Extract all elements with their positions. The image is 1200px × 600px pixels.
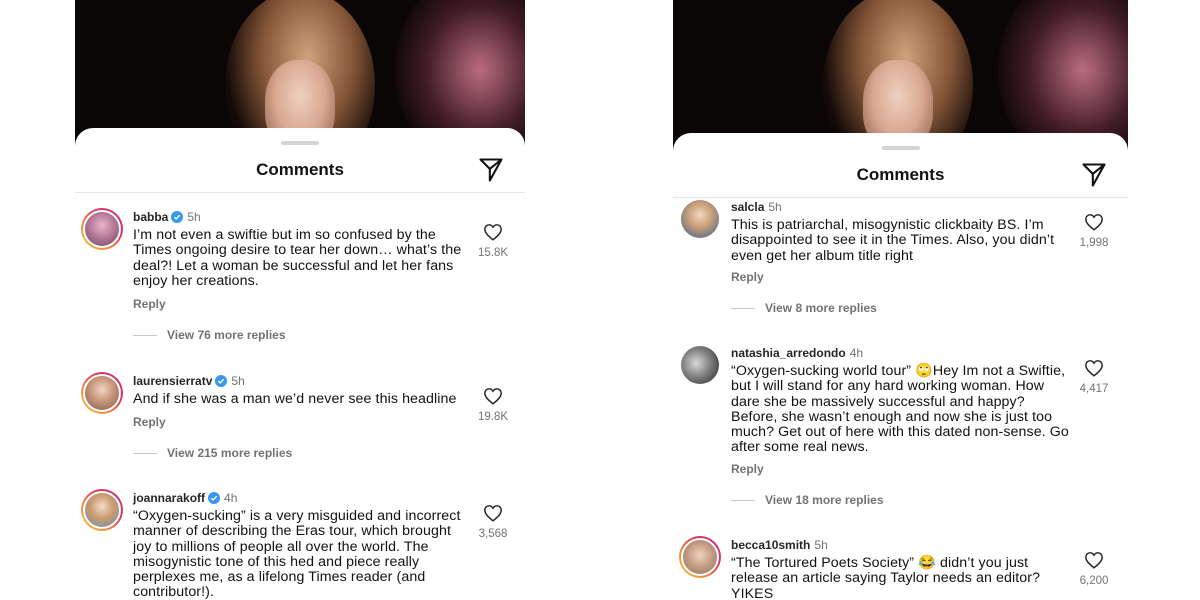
verified-badge-icon xyxy=(171,211,184,223)
share-icon[interactable] xyxy=(477,156,505,184)
comment-text: This is patriarchal, misogynistic clickb… xyxy=(731,217,1055,264)
heart-icon xyxy=(484,388,502,405)
avatar[interactable] xyxy=(81,489,123,531)
view-more-replies[interactable]: View 215 more replies xyxy=(133,446,292,460)
view-more-label: View 215 more replies xyxy=(167,446,293,460)
reply-button[interactable]: Reply xyxy=(133,297,166,311)
heart-icon xyxy=(484,505,502,522)
left-screenshot-panel: Comments babba 5h I’m not even a swiftie… xyxy=(75,0,525,600)
like-count: 19.8K xyxy=(477,411,509,423)
comments-title: Comments xyxy=(856,165,945,184)
heart-icon xyxy=(484,224,502,241)
comment-text: “Oxygen-sucking world tour” 🙄Hey Im not … xyxy=(731,363,1069,456)
header-divider xyxy=(75,192,525,193)
like-count: 1,998 xyxy=(1079,237,1109,249)
like-button[interactable]: 3,568 xyxy=(473,504,513,540)
view-more-label: View 76 more replies xyxy=(167,328,286,342)
drag-handle[interactable] xyxy=(281,141,319,145)
avatar[interactable] xyxy=(679,198,721,240)
like-count: 15.8K xyxy=(477,247,509,259)
like-button[interactable]: 15.8K xyxy=(473,223,513,259)
comment-text: And if she was a man we’d never see this… xyxy=(133,391,457,407)
view-more-replies[interactable]: View 18 more replies xyxy=(731,493,884,507)
avatar[interactable] xyxy=(81,208,123,250)
comment-username[interactable]: becca10smith xyxy=(731,538,810,552)
avatar[interactable] xyxy=(679,536,721,578)
concert-photo xyxy=(673,0,1128,150)
view-more-replies[interactable]: View 76 more replies xyxy=(133,328,286,342)
comment-time: 4h xyxy=(224,491,238,505)
comments-sheet: Comments salcla 5h This is patriarchal, … xyxy=(673,133,1128,600)
comment-username[interactable]: babba xyxy=(133,210,168,224)
heart-icon xyxy=(1085,552,1103,569)
comments-title: Comments xyxy=(256,160,344,179)
comment-time: 5h xyxy=(768,200,782,214)
like-button[interactable]: 4,417 xyxy=(1074,359,1114,395)
avatar[interactable] xyxy=(81,372,123,414)
like-count: 4,417 xyxy=(1079,383,1109,395)
like-count: 3,568 xyxy=(478,528,508,540)
comment-username[interactable]: salcla xyxy=(731,200,764,214)
comment-text: “The Tortured Poets Society” 😂 didn’t yo… xyxy=(731,555,1041,600)
view-more-replies[interactable]: View 8 more replies xyxy=(731,301,877,315)
comments-sheet: Comments babba 5h I’m not even a swiftie… xyxy=(75,128,525,600)
comment-text: “Oxygen-sucking” is a very misguided and… xyxy=(133,508,461,600)
comment-time: 5h xyxy=(814,538,828,552)
verified-badge-icon xyxy=(208,492,221,504)
right-screenshot-panel: Comments salcla 5h This is patriarchal, … xyxy=(673,0,1128,600)
like-button[interactable]: 1,998 xyxy=(1074,213,1114,249)
reply-button[interactable]: Reply xyxy=(731,462,764,476)
avatar[interactable] xyxy=(679,344,721,386)
like-button[interactable]: 6,200 xyxy=(1074,551,1114,587)
comment-time: 5h xyxy=(187,210,201,224)
share-icon[interactable] xyxy=(1080,161,1108,189)
heart-icon xyxy=(1085,214,1103,231)
comment-username[interactable]: natashia_arredondo xyxy=(731,346,846,360)
view-more-label: View 18 more replies xyxy=(765,493,884,507)
reply-button[interactable]: Reply xyxy=(731,270,764,284)
like-count: 6,200 xyxy=(1079,575,1109,587)
verified-badge-icon xyxy=(215,375,228,387)
drag-handle[interactable] xyxy=(881,146,920,150)
view-more-label: View 8 more replies xyxy=(765,301,877,315)
comment-text: I’m not even a swiftie but im so confuse… xyxy=(133,227,462,289)
comment-time: 4h xyxy=(849,346,864,360)
heart-icon xyxy=(1085,360,1103,377)
comment-username[interactable]: joannarakoff xyxy=(133,491,205,505)
header-divider xyxy=(673,197,1128,198)
reply-button[interactable]: Reply xyxy=(133,415,166,429)
comment-time: 5h xyxy=(231,374,245,388)
like-button[interactable]: 19.8K xyxy=(473,387,513,423)
comment-username[interactable]: laurensierratv xyxy=(133,374,212,388)
